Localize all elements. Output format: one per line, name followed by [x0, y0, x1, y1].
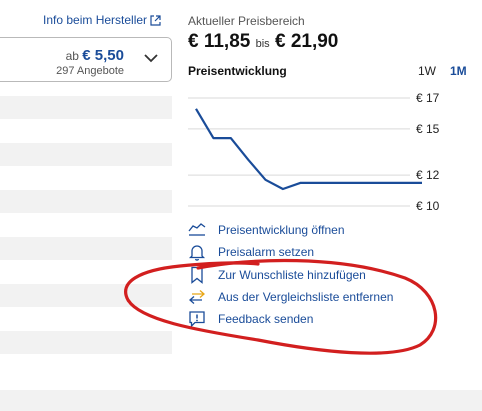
action-list: Preisentwicklung öffnen Preisalarm setze…: [188, 219, 478, 330]
bookmark-icon: [191, 266, 203, 284]
bottom-band: [0, 390, 482, 411]
price-series-line: [195, 108, 422, 191]
y-tick-label: € 12: [416, 168, 440, 182]
price-chart: € 17 € 15 € 12 € 10: [188, 91, 440, 213]
action-label[interactable]: Aus der Vergleichsliste entfernen: [218, 290, 393, 304]
offers-panel: Info beim Hersteller ab € 5,50 297 Angeb…: [0, 0, 172, 411]
offer-price: ab € 5,50: [66, 47, 124, 64]
offer-count: 297 Angebote: [56, 65, 124, 77]
manufacturer-info-label[interactable]: Info beim Hersteller: [43, 13, 147, 27]
price-range-separator: bis: [255, 38, 270, 50]
list-row-stripe: [0, 284, 172, 307]
bell-icon: [188, 245, 206, 262]
action-label[interactable]: Feedback senden: [218, 312, 313, 326]
price-min: € 11,85: [188, 31, 251, 52]
action-set-price-alert[interactable]: Preisalarm setzen: [188, 241, 478, 263]
offer-price-amount: € 5,50: [82, 47, 124, 64]
feedback-icon: [189, 311, 205, 328]
action-label[interactable]: Zur Wunschliste hinzufügen: [218, 268, 366, 282]
y-tick-label: € 10: [416, 199, 440, 213]
action-label[interactable]: Preisentwicklung öffnen: [218, 223, 345, 237]
list-row-stripe: [0, 96, 172, 119]
list-row-stripe: [0, 190, 172, 213]
action-label[interactable]: Preisalarm setzen: [218, 245, 314, 259]
chart-icon: [188, 223, 206, 236]
manufacturer-info-link[interactable]: Info beim Hersteller: [43, 13, 161, 27]
external-link-icon: [150, 14, 161, 26]
range-button-1m[interactable]: 1M: [450, 64, 467, 78]
price-range: € 11,85 bis € 21,90: [188, 31, 338, 53]
range-button-1w[interactable]: 1W: [418, 64, 436, 78]
price-range-label: Aktueller Preisbereich: [188, 14, 305, 28]
list-row-stripe: [0, 331, 172, 354]
y-tick-label: € 15: [416, 122, 440, 136]
chart-title: Preisentwicklung: [188, 64, 287, 78]
compare-arrows-icon: [189, 290, 205, 305]
action-remove-from-compare[interactable]: Aus der Vergleichsliste entfernen: [188, 286, 478, 308]
action-open-price-history[interactable]: Preisentwicklung öffnen: [188, 219, 478, 241]
action-send-feedback[interactable]: Feedback senden: [188, 308, 478, 330]
offer-price-prefix: ab: [65, 49, 79, 63]
price-panel: Aktueller Preisbereich € 11,85 bis € 21,…: [172, 0, 482, 390]
action-add-to-wishlist[interactable]: Zur Wunschliste hinzufügen: [188, 264, 478, 286]
list-row-stripe: [0, 143, 172, 166]
y-tick-label: € 17: [416, 91, 440, 105]
list-row-stripe: [0, 237, 172, 260]
price-max: € 21,90: [274, 31, 339, 52]
chevron-down-icon: [144, 54, 158, 63]
offers-dropdown[interactable]: ab € 5,50 297 Angebote: [0, 37, 172, 82]
